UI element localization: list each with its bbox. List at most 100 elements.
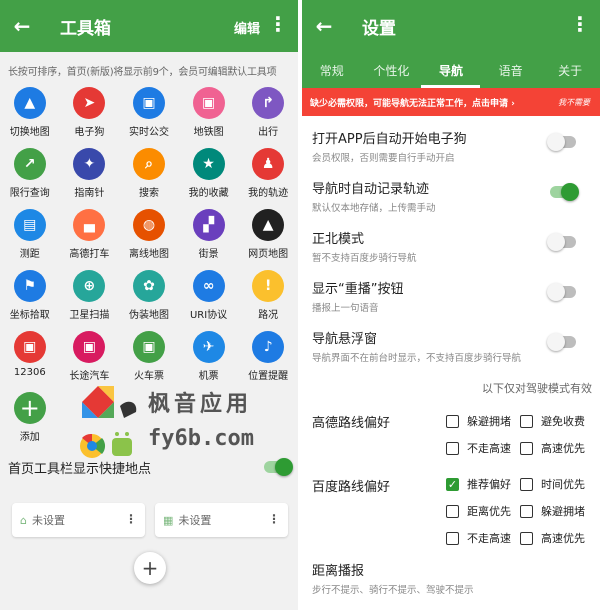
- tab-voice[interactable]: 语音: [481, 52, 541, 88]
- tool-item[interactable]: ➤ 电子狗: [60, 87, 120, 148]
- tool-item[interactable]: ♟ 我的轨迹: [238, 148, 298, 209]
- tool-label: 网页地图: [248, 249, 289, 260]
- add-place-button[interactable]: +: [134, 552, 166, 584]
- tool-label: 高德打车: [69, 249, 110, 260]
- tool-label: 切换地图: [9, 127, 50, 138]
- setting-toggle[interactable]: [547, 333, 576, 351]
- ruler-icon: ▤: [13, 209, 46, 241]
- baidu-pref-checkbox[interactable]: 躲避拥堵: [520, 503, 585, 519]
- setting-row[interactable]: 导航时自动记录轨迹 默认仅本地存储，上传需手动: [302, 168, 600, 218]
- tool-label: 伪装地图: [128, 310, 169, 321]
- tool-item[interactable]: + 添加: [0, 392, 60, 453]
- tool-item[interactable]: ▞ 街景: [179, 209, 239, 270]
- home-place-card[interactable]: ⌂ 未设置 ⋮: [12, 503, 145, 537]
- checkbox-icon[interactable]: [446, 531, 459, 545]
- checkbox-icon[interactable]: [446, 504, 459, 518]
- gaode-pref-checkbox[interactable]: 高速优先: [520, 440, 585, 456]
- setting-subtitle: 默认仅本地存储，上传需手动: [312, 203, 436, 214]
- back-arrow-icon[interactable]: ←: [302, 14, 346, 38]
- checkbox-label: 不走高速: [467, 532, 511, 545]
- tool-item[interactable]: ▣ 实时公交: [119, 87, 179, 148]
- setting-toggle[interactable]: [550, 183, 579, 201]
- settings-list: 打开APP后自动开始电子狗 会员权限，否则需要自行手动开启 导航时自动记录轨迹 默认仅…: [302, 118, 600, 368]
- star-icon: ★: [192, 148, 225, 180]
- distance-broadcast-sub: 步行不提示、骑行不提示、驾驶不提示: [312, 585, 474, 596]
- quick-places-row[interactable]: 首页工具栏显示快捷地点: [0, 455, 298, 479]
- company-place-card[interactable]: ▦ 未设置 ⋮: [155, 503, 288, 537]
- checkbox-icon[interactable]: [520, 441, 533, 455]
- edit-button[interactable]: 编辑: [234, 18, 260, 37]
- gaode-pref-checkbox[interactable]: 避免收费: [520, 413, 585, 429]
- page-title: 工具箱: [60, 18, 111, 39]
- tool-item[interactable]: ⊕ 卫星扫描: [60, 270, 120, 331]
- distance-broadcast-setting[interactable]: 距离播报 步行不提示、骑行不提示、驾驶不提示: [312, 560, 474, 596]
- tool-item[interactable]: ♪ 位置提醒: [238, 331, 298, 392]
- more-vert-icon[interactable]: ⋮: [268, 512, 280, 526]
- quick-places-toggle[interactable]: [264, 458, 293, 476]
- tab-about[interactable]: 关于: [540, 52, 600, 88]
- tool-item[interactable]: ⌕ 搜索: [119, 148, 179, 209]
- setting-row[interactable]: 显示“重播”按钮 播报上一句语音: [302, 268, 600, 318]
- checkbox-icon[interactable]: [446, 441, 459, 455]
- plus-icon: +: [13, 392, 46, 424]
- tool-item[interactable]: ▣ 12306: [0, 331, 60, 392]
- setting-row[interactable]: 打开APP后自动开始电子狗 会员权限，否则需要自行手动开启: [302, 118, 600, 168]
- tab-navigation[interactable]: 导航: [421, 52, 481, 88]
- tool-label: 街景: [198, 249, 219, 260]
- setting-toggle[interactable]: [547, 133, 576, 151]
- checkbox-icon[interactable]: [520, 414, 533, 428]
- baidu-pref-checkbox[interactable]: 高速优先: [520, 530, 585, 546]
- checkbox-icon[interactable]: [520, 531, 533, 545]
- tool-item[interactable]: ▄ 高德打车: [60, 209, 120, 270]
- checkbox-icon[interactable]: [520, 504, 533, 518]
- tool-item[interactable]: ⚑ 坐标拾取: [0, 270, 60, 331]
- tool-item[interactable]: ▣ 火车票: [119, 331, 179, 392]
- tool-item[interactable]: ◍ 离线地图: [119, 209, 179, 270]
- tool-item[interactable]: ▲ 网页地图: [238, 209, 298, 270]
- tool-item[interactable]: ! 路况: [238, 270, 298, 331]
- checkbox-icon[interactable]: [446, 414, 459, 428]
- more-vert-icon[interactable]: ⋮: [125, 512, 137, 526]
- tool-item[interactable]: ▲ 切换地图: [0, 87, 60, 148]
- more-vert-icon[interactable]: ⋮: [268, 14, 288, 34]
- baidu-pref-checkbox[interactable]: 距离优先: [446, 503, 511, 519]
- tool-item[interactable]: ▣ 长途汽车: [60, 331, 120, 392]
- setting-toggle[interactable]: [547, 233, 576, 251]
- tool-item[interactable]: ↱ 出行: [238, 87, 298, 148]
- baidu-pref-checkbox[interactable]: 不走高速: [446, 530, 511, 546]
- tab-personalize[interactable]: 个性化: [362, 52, 422, 88]
- tool-item[interactable]: ★ 我的收藏: [179, 148, 239, 209]
- tool-item[interactable]: ∞ URI协议: [179, 270, 239, 331]
- setting-row[interactable]: 导航悬浮窗 导航界面不在前台时显示，不支持百度步骑行导航: [302, 318, 600, 368]
- permission-warning-banner[interactable]: 缺少必需权限，可能导航无法正常工作，点击申请 › 我不需要: [302, 88, 600, 116]
- baidu-route-prefs: 百度路线偏好 ✓ 推荐偏好 时间优先 距离优先 躲避拥堵 不走高速 高速优先: [302, 468, 600, 556]
- tool-item[interactable]: ↗ 限行查询: [0, 148, 60, 209]
- checkbox-label: 躲避拥堵: [467, 415, 511, 428]
- tool-item[interactable]: ▤ 测距: [0, 209, 60, 270]
- checkbox-label: 躲避拥堵: [541, 505, 585, 518]
- tool-item[interactable]: ✈ 机票: [179, 331, 239, 392]
- setting-row[interactable]: 正北模式 暂不支持百度步骑行导航: [302, 218, 600, 268]
- gaode-pref-checkbox[interactable]: 不走高速: [446, 440, 511, 456]
- globe-icon: ◍: [132, 209, 165, 241]
- tool-item[interactable]: ▣ 地铁图: [179, 87, 239, 148]
- settings-panel: ← 设置 ⋮ 常规 个性化 导航 语音 关于 缺少必需权限，可能导航无法正常工作，点击申…: [302, 0, 600, 610]
- gaode-pref-checkbox[interactable]: 躲避拥堵: [446, 413, 511, 429]
- warning-icon: !: [252, 270, 285, 302]
- checkbox-icon[interactable]: ✓: [446, 477, 459, 491]
- tool-grid: ▲ 切换地图 ➤ 电子狗 ▣ 实时公交 ▣ 地铁图 ↱ 出行 ↗ 限行查询 ✦ 指南针 ⌕ 搜索 ★ 我的收藏 ♟ 我…: [0, 87, 298, 453]
- checkbox-icon[interactable]: [520, 477, 533, 491]
- tool-item[interactable]: ✦ 指南针: [60, 148, 120, 209]
- tool-label: 测距: [19, 249, 40, 260]
- walking-icon: ♟: [252, 148, 285, 180]
- setting-toggle[interactable]: [547, 283, 576, 301]
- baidu-pref-checkbox[interactable]: 时间优先: [520, 476, 585, 492]
- tab-general[interactable]: 常规: [302, 52, 362, 88]
- back-arrow-icon[interactable]: ←: [0, 14, 44, 38]
- more-vert-icon[interactable]: ⋮: [570, 14, 590, 34]
- tool-label: 位置提醒: [248, 371, 289, 382]
- dismiss-warning-button[interactable]: 我不需要: [558, 97, 590, 108]
- tool-item[interactable]: ✿ 伪装地图: [119, 270, 179, 331]
- home-place-label: 未设置: [31, 514, 65, 527]
- baidu-pref-checkbox[interactable]: ✓ 推荐偏好: [446, 476, 511, 492]
